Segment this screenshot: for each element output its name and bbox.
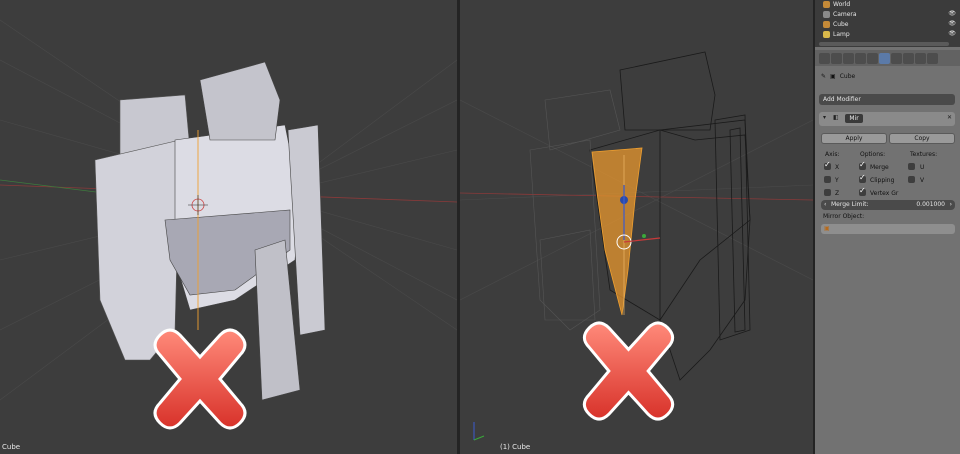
add-modifier-dropdown[interactable]: Add Modifier — [819, 94, 955, 105]
tab-data[interactable] — [891, 52, 902, 64]
viewport-right-label: (1) Cube — [500, 443, 531, 451]
merge-checkbox[interactable] — [859, 160, 866, 170]
breadcrumb: ✎ ▣ Cube — [821, 73, 856, 80]
tab-texture[interactable] — [915, 52, 926, 64]
outliner-row-camera[interactable]: Camera — [823, 10, 857, 19]
options-header: Options: — [860, 151, 886, 158]
mirror-modifier-header: ▾ ◧ Mir ✕ — [819, 112, 955, 126]
outliner-row-world[interactable]: World — [823, 0, 850, 9]
outliner: World Camera Cube Lamp 👁 👁 👁 — [815, 0, 960, 47]
viewport-right[interactable]: (1) Cube — [460, 0, 813, 454]
object-picker-icon: ▣ — [824, 225, 830, 232]
axis-y-checkbox[interactable] — [824, 176, 831, 183]
copy-button[interactable]: Copy — [889, 133, 955, 144]
axis-header: Axis: — [825, 151, 840, 158]
lamp-icon — [823, 31, 830, 38]
viewport-left-label: Cube — [2, 443, 21, 451]
pin-icon[interactable]: ✎ — [821, 73, 826, 80]
mirror-object-label: Mirror Object: — [823, 213, 865, 220]
decrement-arrow-icon[interactable]: ‹ — [824, 200, 826, 210]
axis-z-checkbox[interactable] — [824, 189, 831, 196]
tab-material[interactable] — [903, 52, 914, 64]
clipping-checkbox[interactable] — [859, 173, 866, 183]
tab-world[interactable] — [843, 52, 854, 64]
axis-x-checkbox[interactable] — [824, 160, 831, 170]
object-icon: ▣ — [830, 73, 836, 80]
outliner-row-lamp[interactable]: Lamp — [823, 30, 850, 39]
textures-header: Textures: — [910, 151, 938, 158]
tab-particles[interactable] — [927, 52, 938, 64]
incorrect-cross-icon — [153, 328, 247, 430]
merge-limit-field[interactable]: ‹ Merge Limit: 0.001000 › — [821, 200, 955, 210]
tab-render[interactable] — [819, 52, 830, 64]
texture-v-checkbox[interactable] — [908, 176, 915, 183]
texture-u-checkbox[interactable] — [908, 163, 915, 170]
modifier-name-field[interactable]: Mir — [845, 114, 863, 123]
tab-object[interactable] — [855, 52, 866, 64]
remove-modifier-icon[interactable]: ✕ — [947, 114, 952, 121]
vertex-group-checkbox[interactable] — [859, 186, 866, 196]
outliner-scrollbar[interactable] — [819, 42, 949, 46]
properties-panel: World Camera Cube Lamp 👁 👁 👁 ✎ ▣ Cube Ad… — [815, 0, 960, 454]
camera-icon — [823, 11, 830, 18]
visibility-eye-icon[interactable]: 👁 — [948, 30, 956, 37]
mirror-object-field[interactable]: ▣ — [821, 224, 955, 234]
visibility-eye-icon[interactable]: 👁 — [948, 20, 956, 27]
apply-button[interactable]: Apply — [821, 133, 887, 144]
tab-scene[interactable] — [831, 52, 842, 64]
mirror-modifier-icon: ◧ — [833, 114, 839, 121]
visibility-eye-icon[interactable]: 👁 — [948, 10, 956, 17]
tab-modifiers[interactable] — [879, 52, 890, 64]
collapse-arrow-icon[interactable]: ▾ — [823, 114, 826, 121]
properties-tabs — [815, 50, 960, 66]
incorrect-cross-icon — [582, 321, 675, 421]
world-icon — [823, 1, 830, 8]
increment-arrow-icon[interactable]: › — [950, 200, 952, 210]
tab-constraints[interactable] — [867, 52, 878, 64]
viewport-left[interactable]: Cube — [0, 0, 457, 454]
outliner-row-cube[interactable]: Cube — [823, 20, 849, 29]
mesh-icon — [823, 21, 830, 28]
